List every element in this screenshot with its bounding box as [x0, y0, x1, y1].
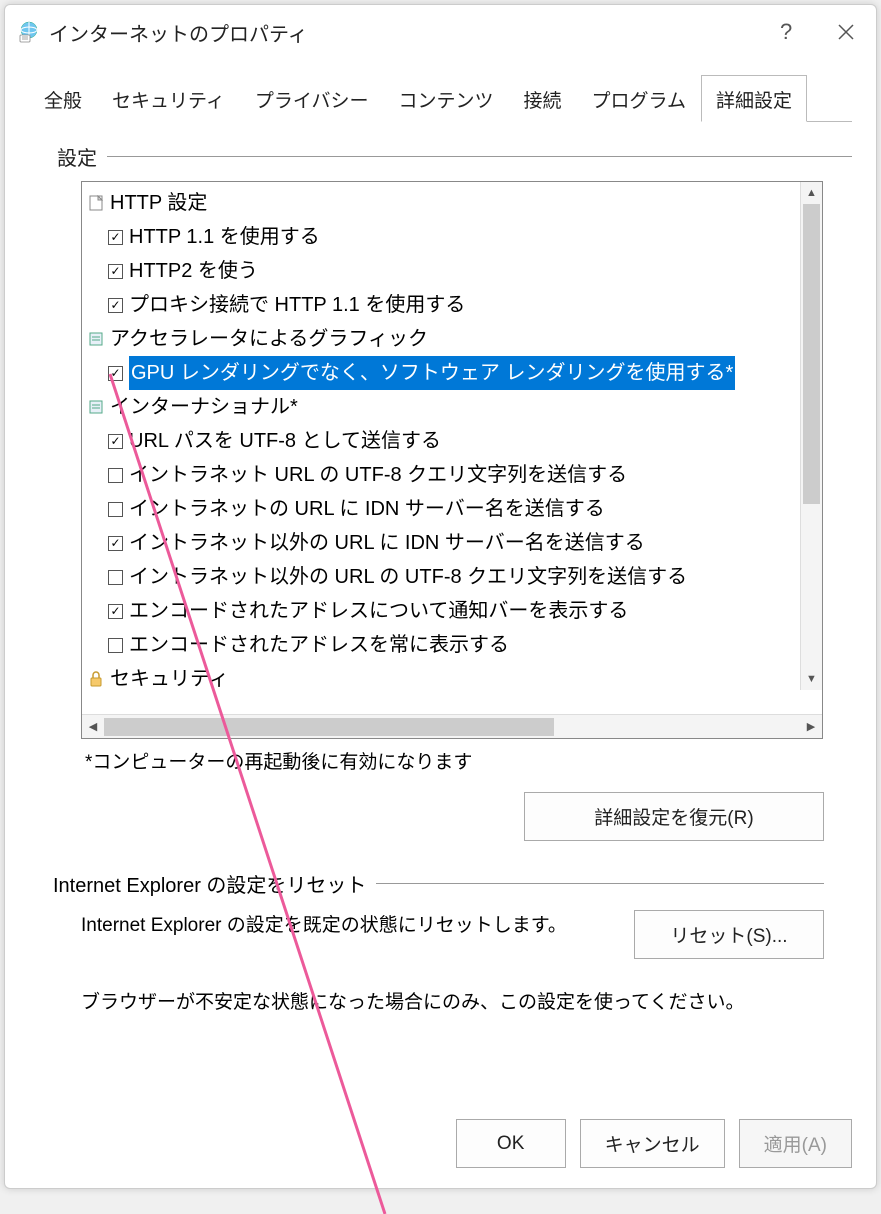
tree-group[interactable]: インターナショナル*: [84, 390, 820, 424]
restart-note: *コンピューターの再起動後に有効になります: [85, 747, 852, 774]
tree-item-label: HTTP 1.1 を使用する: [129, 220, 320, 254]
tree-group-label: HTTP 設定: [110, 186, 207, 220]
doc-icon: [88, 195, 104, 211]
tree-item[interactable]: イントラネット以外の URL の UTF-8 クエリ文字列を送信する: [84, 560, 820, 594]
tree-item-label: エンコードされたアドレスを常に表示する: [129, 628, 509, 662]
tree-item[interactable]: GPU レンダリングでなく、ソフトウェア レンダリングを使用する*: [84, 356, 820, 390]
tree-item-label: イントラネット以外の URL に IDN サーバー名を送信する: [129, 526, 645, 560]
reset-warning: ブラウザーが不安定な状態になった場合にのみ、この設定を使ってください。: [81, 987, 824, 1014]
tree-item[interactable]: イントラネット以外の URL に IDN サーバー名を送信する: [84, 526, 820, 560]
horizontal-scrollbar[interactable]: ◀ ▶: [82, 714, 822, 738]
tree-group-label: インターナショナル*: [110, 390, 298, 424]
ok-button[interactable]: OK: [456, 1119, 566, 1168]
scroll-left-icon[interactable]: ◀: [82, 716, 104, 738]
tab-panel-advanced: 設定 HTTP 設定HTTP 1.1 を使用するHTTP2 を使うプロキシ接続で…: [29, 121, 852, 1014]
tree-item[interactable]: エンコードされたアドレスを常に表示する: [84, 628, 820, 662]
checkbox[interactable]: [108, 536, 123, 551]
reset-button[interactable]: リセット(S)...: [634, 910, 824, 959]
titlebar: インターネットのプロパティ ?: [5, 5, 876, 59]
scroll-down-icon[interactable]: ▼: [801, 668, 822, 690]
sq-icon: [88, 399, 104, 415]
close-button[interactable]: [816, 8, 876, 56]
tree-item[interactable]: URL パスを UTF-8 として送信する: [84, 424, 820, 458]
tree-item-label: イントラネット URL の UTF-8 クエリ文字列を送信する: [129, 458, 627, 492]
reset-section: Internet Explorer の設定をリセット Internet Expl…: [29, 869, 852, 1014]
checkbox[interactable]: [108, 502, 123, 517]
app-icon: [17, 20, 41, 44]
tree-item-label: プロキシ接続で HTTP 1.1 を使用する: [129, 288, 465, 322]
lock-icon: [88, 671, 104, 687]
sq-icon: [88, 331, 104, 347]
tab-advanced[interactable]: 詳細設定: [701, 75, 807, 122]
cancel-button[interactable]: キャンセル: [580, 1119, 725, 1168]
settings-group-label: 設定: [57, 142, 852, 171]
tree-group-label: アクセラレータによるグラフィック: [110, 322, 428, 356]
tree-item[interactable]: プロキシ接続で HTTP 1.1 を使用する: [84, 288, 820, 322]
tab-connections[interactable]: 接続: [509, 75, 577, 122]
checkbox[interactable]: [108, 264, 123, 279]
vertical-scrollbar[interactable]: ▲ ▼: [800, 182, 822, 690]
tree-group[interactable]: HTTP 設定: [84, 186, 820, 220]
tree-item-label: HTTP2 を使う: [129, 254, 258, 288]
tree-item-label: イントラネット以外の URL の UTF-8 クエリ文字列を送信する: [129, 560, 687, 594]
dialog-body: 全般 セキュリティ プライバシー コンテンツ 接続 プログラム 詳細設定 設定 …: [5, 59, 876, 1188]
checkbox[interactable]: [108, 604, 123, 619]
horizontal-scroll-thumb[interactable]: [104, 718, 554, 736]
tree-item[interactable]: エンコードされたアドレスについて通知バーを表示する: [84, 594, 820, 628]
tree-item[interactable]: HTTP 1.1 を使用する: [84, 220, 820, 254]
tree-item[interactable]: イントラネットの URL に IDN サーバー名を送信する: [84, 492, 820, 526]
checkbox[interactable]: [108, 298, 123, 313]
dialog-button-row: OK キャンセル 適用(A): [5, 1103, 876, 1188]
scroll-right-icon[interactable]: ▶: [800, 716, 822, 738]
restore-advanced-button[interactable]: 詳細設定を復元(R): [524, 792, 824, 841]
apply-button[interactable]: 適用(A): [739, 1119, 852, 1168]
vertical-scroll-thumb[interactable]: [803, 204, 820, 504]
tab-privacy[interactable]: プライバシー: [240, 75, 384, 122]
reset-description: Internet Explorer の設定を既定の状態にリセットします。: [81, 910, 584, 942]
tab-general[interactable]: 全般: [29, 75, 97, 122]
tree-item-label: GPU レンダリングでなく、ソフトウェア レンダリングを使用する*: [129, 356, 735, 390]
tree-item-label: イントラネットの URL に IDN サーバー名を送信する: [129, 492, 605, 526]
tree-item[interactable]: HTTP2 を使う: [84, 254, 820, 288]
scroll-up-icon[interactable]: ▲: [801, 182, 822, 204]
dialog-window: インターネットのプロパティ ? 全般 セキュリティ プライバシー コンテンツ 接…: [4, 4, 877, 1189]
checkbox[interactable]: [108, 570, 123, 585]
window-title: インターネットのプロパティ: [49, 18, 756, 47]
reset-label: Internet Explorer の設定をリセット: [53, 869, 366, 898]
tab-security[interactable]: セキュリティ: [97, 75, 240, 122]
tree-item-label: URL パスを UTF-8 として送信する: [129, 424, 441, 458]
tree-item[interactable]: イントラネット URL の UTF-8 クエリ文字列を送信する: [84, 458, 820, 492]
help-button[interactable]: ?: [756, 8, 816, 56]
checkbox[interactable]: [108, 366, 123, 381]
settings-tree[interactable]: HTTP 設定HTTP 1.1 を使用するHTTP2 を使うプロキシ接続で HT…: [81, 181, 823, 739]
checkbox[interactable]: [108, 230, 123, 245]
tree-group-label: セキュリティ: [110, 662, 229, 696]
svg-text:?: ?: [780, 21, 792, 43]
tab-programs[interactable]: プログラム: [577, 75, 701, 122]
tree-group[interactable]: アクセラレータによるグラフィック: [84, 322, 820, 356]
tab-content[interactable]: コンテンツ: [384, 75, 509, 122]
checkbox[interactable]: [108, 638, 123, 653]
checkbox[interactable]: [108, 434, 123, 449]
tree-group[interactable]: セキュリティ: [84, 662, 820, 696]
checkbox[interactable]: [108, 468, 123, 483]
tree-item-label: エンコードされたアドレスについて通知バーを表示する: [129, 594, 628, 628]
tab-strip: 全般 セキュリティ プライバシー コンテンツ 接続 プログラム 詳細設定: [29, 75, 852, 122]
